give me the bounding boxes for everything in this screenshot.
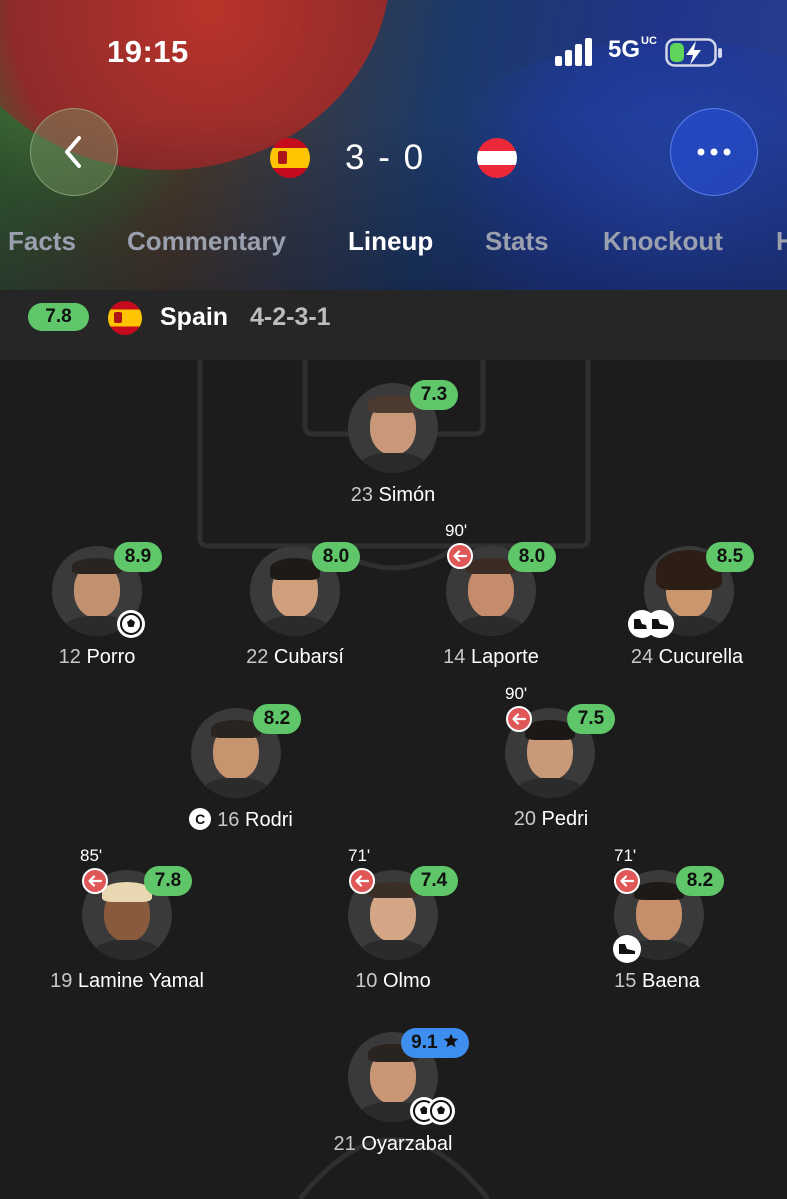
assist-boot-icon [646,610,674,638]
sub-time: 85' [80,846,103,865]
substitution-out-icon [349,868,375,894]
match-score: 3 - 0 [345,138,426,177]
player-rating-badge: 9.1 [401,1028,469,1058]
team-name: Spain [160,303,229,331]
player-rating-badge: 7.8 [144,866,192,896]
substitution-out-icon [614,868,640,894]
star-icon [443,1033,459,1048]
player-name-oyarzabal[interactable]: 21 Oyarzabal [298,1133,488,1156]
goal-ball-icon [117,610,145,638]
player-rating-badge: 8.2 [253,704,301,734]
substitution-out-icon [447,543,473,569]
austria-flag-icon [477,138,517,178]
player-rating-badge: 7.3 [410,380,458,410]
player-rating-badge: 7.4 [410,866,458,896]
spain-flag-icon [270,138,310,178]
team-formation: 4-2-3-1 [250,303,331,331]
ellipsis-icon [697,148,731,156]
player-rating-badge: 8.5 [706,542,754,572]
player-name-lamine-yamal[interactable]: 19 Lamine Yamal [20,970,234,993]
player-name-rodri[interactable]: C 16 Rodri [146,808,336,832]
player-name-simon[interactable]: 23 Simón [300,484,486,507]
tab-knockout[interactable]: Knockout [603,226,723,257]
player-name-cucurella[interactable]: 24 Cucurella [592,646,782,669]
substitution-out-icon [82,868,108,894]
match-header: 19:15 5GUC 3 - 0 Facts Commentary Lineup… [0,0,787,290]
player-rating-badge: 7.5 [567,704,615,734]
player-name-pedri[interactable]: 20 Pedri [456,808,646,831]
sub-time: 71' [348,846,371,865]
chevron-left-icon [65,136,81,168]
sub-time: 90' [445,521,468,540]
back-button[interactable] [30,108,118,196]
player-name-cubarsi[interactable]: 22 Cubarsí [200,646,390,669]
tab-stats[interactable]: Stats [485,226,549,257]
status-time: 19:15 [107,34,189,69]
player-rating-badge: 8.9 [114,542,162,572]
substitution-out-icon [506,706,532,732]
player-name-laporte[interactable]: 14 Laporte [396,646,586,669]
team-rating-badge: 7.8 [28,303,89,331]
player-rating-badge: 8.0 [312,542,360,572]
player-rating-badge: 8.0 [508,542,556,572]
player-rating-badge: 8.2 [676,866,724,896]
battery-charging-icon [665,38,722,67]
player-name-porro[interactable]: 12 Porro [2,646,192,669]
sub-time: 90' [505,684,528,703]
captain-icon: C [189,808,212,830]
sub-time: 71' [614,846,637,865]
spain-flag-icon [108,301,142,335]
goal-ball-icon [427,1097,455,1125]
player-name-baena[interactable]: 15 Baena [562,970,752,993]
tab-commentary[interactable]: Commentary [127,226,286,257]
cellular-signal-icon [555,38,592,66]
more-options-button[interactable] [670,108,758,196]
network-indicator: 5GUC [608,35,657,64]
tab-facts[interactable]: Facts [8,226,76,257]
assist-boot-icon [613,935,641,963]
tab-lineup[interactable]: Lineup [348,226,433,257]
tab-h[interactable]: H [776,226,787,257]
player-name-olmo[interactable]: 10 Olmo [298,970,488,993]
